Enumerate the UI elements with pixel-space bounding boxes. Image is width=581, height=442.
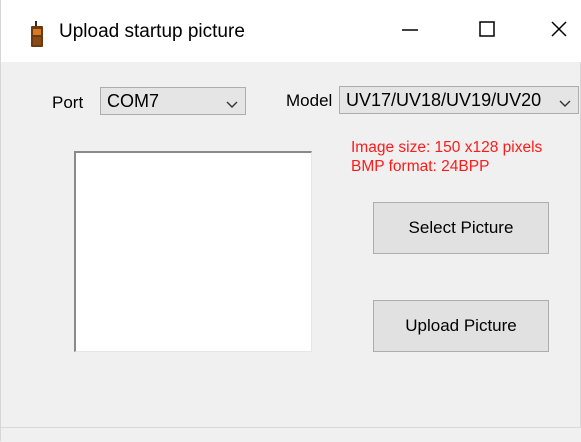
select-picture-button[interactable]: Select Picture: [373, 202, 549, 254]
port-select[interactable]: COM7: [100, 87, 246, 115]
port-value: COM7: [107, 91, 160, 111]
model-label: Model: [286, 91, 333, 110]
title-bar[interactable]: Upload startup picture: [1, 0, 581, 62]
model-value: UV17/UV18/UV19/UV20: [346, 90, 542, 110]
model-select[interactable]: UV17/UV18/UV19/UV20: [339, 86, 579, 114]
image-size-text: Image size: 150 x128 pixels: [351, 139, 543, 156]
minimize-icon: [401, 20, 419, 43]
upload-startup-picture-window: Upload startup picture Port COM7 Model U…: [0, 0, 581, 442]
maximize-icon: [478, 20, 496, 43]
window-title: Upload startup picture: [59, 21, 245, 42]
bmp-format-text: BMP format: 24BPP: [351, 158, 490, 175]
radio-icon: [31, 21, 43, 47]
port-label: Port: [52, 93, 84, 112]
upload-picture-button[interactable]: Upload Picture: [373, 300, 549, 352]
chevron-down-icon: [558, 94, 572, 107]
close-icon: [550, 20, 568, 43]
maximize-button[interactable]: [464, 10, 510, 52]
minimize-button[interactable]: [387, 10, 433, 52]
chevron-down-icon: [225, 95, 239, 108]
status-bar: [1, 427, 581, 442]
picture-preview: [74, 151, 312, 352]
close-button[interactable]: [536, 10, 581, 52]
